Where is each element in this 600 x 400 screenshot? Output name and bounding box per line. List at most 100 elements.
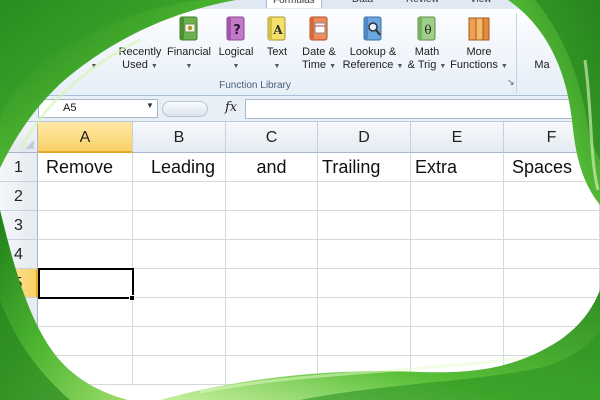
cell-d1[interactable]: Trailing [318,153,411,182]
fill-handle[interactable] [129,295,135,301]
cell-d7[interactable] [318,327,411,356]
row-header-1[interactable]: 1 [0,153,38,182]
tab-formulas[interactable]: Formulas [266,0,322,8]
name-manager-button[interactable]: Ma [522,15,562,72]
math-trig-button[interactable]: θ Math & Trig ▼ [404,15,450,73]
row-header-6[interactable]: 6 [0,298,38,327]
active-cell-a5[interactable] [38,268,134,299]
cell-d3[interactable] [318,211,411,240]
date-time-line1: Date & [302,46,336,58]
logical-button[interactable]: ? Logical ▼ [214,15,258,73]
cell-b1[interactable]: Leading [133,153,226,182]
cell-f5[interactable] [504,269,600,298]
cell-f7[interactable] [504,327,600,356]
cell-d4[interactable] [318,240,411,269]
cell-c8[interactable] [226,356,318,385]
more-functions-line2: Functions [450,59,498,71]
name-box-dropdown-icon[interactable]: ▼ [146,101,154,110]
date-time-button[interactable]: Date & Time ▼ [296,15,342,73]
calendar-book-icon [309,16,328,41]
text-label: Text [266,46,288,58]
row-header-8[interactable]: 8 [0,356,38,385]
dialog-launcher-icon[interactable]: ↘ [507,77,515,88]
recently-used-button[interactable]: Recently Used ▼ [114,15,166,73]
insert-function-icon[interactable]: fx [225,100,237,115]
row-header-5[interactable]: 5 [0,269,38,298]
ribbon-tab-strip: Formulas Data Review View [0,0,600,9]
tab-view[interactable]: View [470,0,492,8]
lookup-reference-button[interactable]: Lookup & Reference ▼ [342,15,404,73]
name-manager-line2: Ma [534,59,550,71]
date-time-line2: Time [301,59,327,71]
cell-a2[interactable] [38,182,133,211]
column-header-d[interactable]: D [318,122,411,153]
cell-e7[interactable] [411,327,504,356]
cell-f6[interactable] [504,298,600,327]
cell-e8[interactable] [411,356,504,385]
cell-a8[interactable] [38,356,133,385]
cell-f3[interactable] [504,211,600,240]
cell-a4[interactable] [38,240,133,269]
chevron-down-icon: ▼ [396,63,404,70]
cell-a3[interactable] [38,211,133,240]
cell-a6[interactable] [38,298,133,327]
financial-button[interactable]: Financial ▼ [164,15,214,73]
column-header-e[interactable]: E [411,122,504,153]
cell-c5[interactable] [226,269,318,298]
cell-c1[interactable]: and [226,153,318,182]
lookup-reference-line1: Lookup & [349,46,397,58]
cell-b8[interactable] [133,356,226,385]
column-header-b[interactable]: B [133,122,226,153]
chevron-down-icon: ▼ [232,63,240,70]
autosum-button[interactable]: ▼ [72,15,116,73]
select-all-button[interactable] [0,122,38,153]
cell-a7[interactable] [38,327,133,356]
recently-used-line1: Recently [118,46,162,58]
tab-review[interactable]: Review [406,0,439,8]
cell-d5[interactable] [318,269,411,298]
column-header-f[interactable]: F [504,122,600,153]
cell-f8[interactable] [504,356,600,385]
cell-c6[interactable] [226,298,318,327]
cell-e6[interactable] [411,298,504,327]
cell-c4[interactable] [226,240,318,269]
cell-e4[interactable] [411,240,504,269]
more-functions-line1: More [466,46,492,58]
formula-bar-resize-handle[interactable] [162,101,208,117]
cell-c3[interactable] [226,211,318,240]
cell-a1[interactable]: Remove [38,153,133,182]
cell-b3[interactable] [133,211,226,240]
cell-f1[interactable]: Spaces [504,153,600,182]
cell-b7[interactable] [133,327,226,356]
cell-e1[interactable]: Extra [411,153,504,182]
row-header-7[interactable]: 7 [0,327,38,356]
cell-e5[interactable] [411,269,504,298]
row-header-4[interactable]: 4 [0,240,38,269]
row-header-2[interactable]: 2 [0,182,38,211]
cell-d6[interactable] [318,298,411,327]
cell-e2[interactable] [411,182,504,211]
cell-c2[interactable] [226,182,318,211]
more-functions-button[interactable]: More Functions ▼ [450,15,508,73]
row-header-3[interactable]: 3 [0,211,38,240]
cell-d8[interactable] [318,356,411,385]
text-button[interactable]: A Text ▼ [258,15,296,73]
cell-b5[interactable] [133,269,226,298]
text-A-book-icon: A [267,16,286,41]
cell-b6[interactable] [133,298,226,327]
formula-input[interactable] [245,99,600,119]
column-header-c[interactable]: C [226,122,318,153]
cell-b2[interactable] [133,182,226,211]
cell-b4[interactable] [133,240,226,269]
financial-label: Financial [166,46,212,58]
lookup-reference-line2: Reference [342,59,394,71]
cell-e3[interactable] [411,211,504,240]
cell-d2[interactable] [318,182,411,211]
cell-c7[interactable] [226,327,318,356]
name-box[interactable]: A5 [38,99,158,118]
math-trig-line2: & Trig [407,59,437,71]
cell-f2[interactable] [504,182,600,211]
cell-f4[interactable] [504,240,600,269]
tab-data[interactable]: Data [352,0,373,8]
column-header-a[interactable]: A [38,122,133,153]
